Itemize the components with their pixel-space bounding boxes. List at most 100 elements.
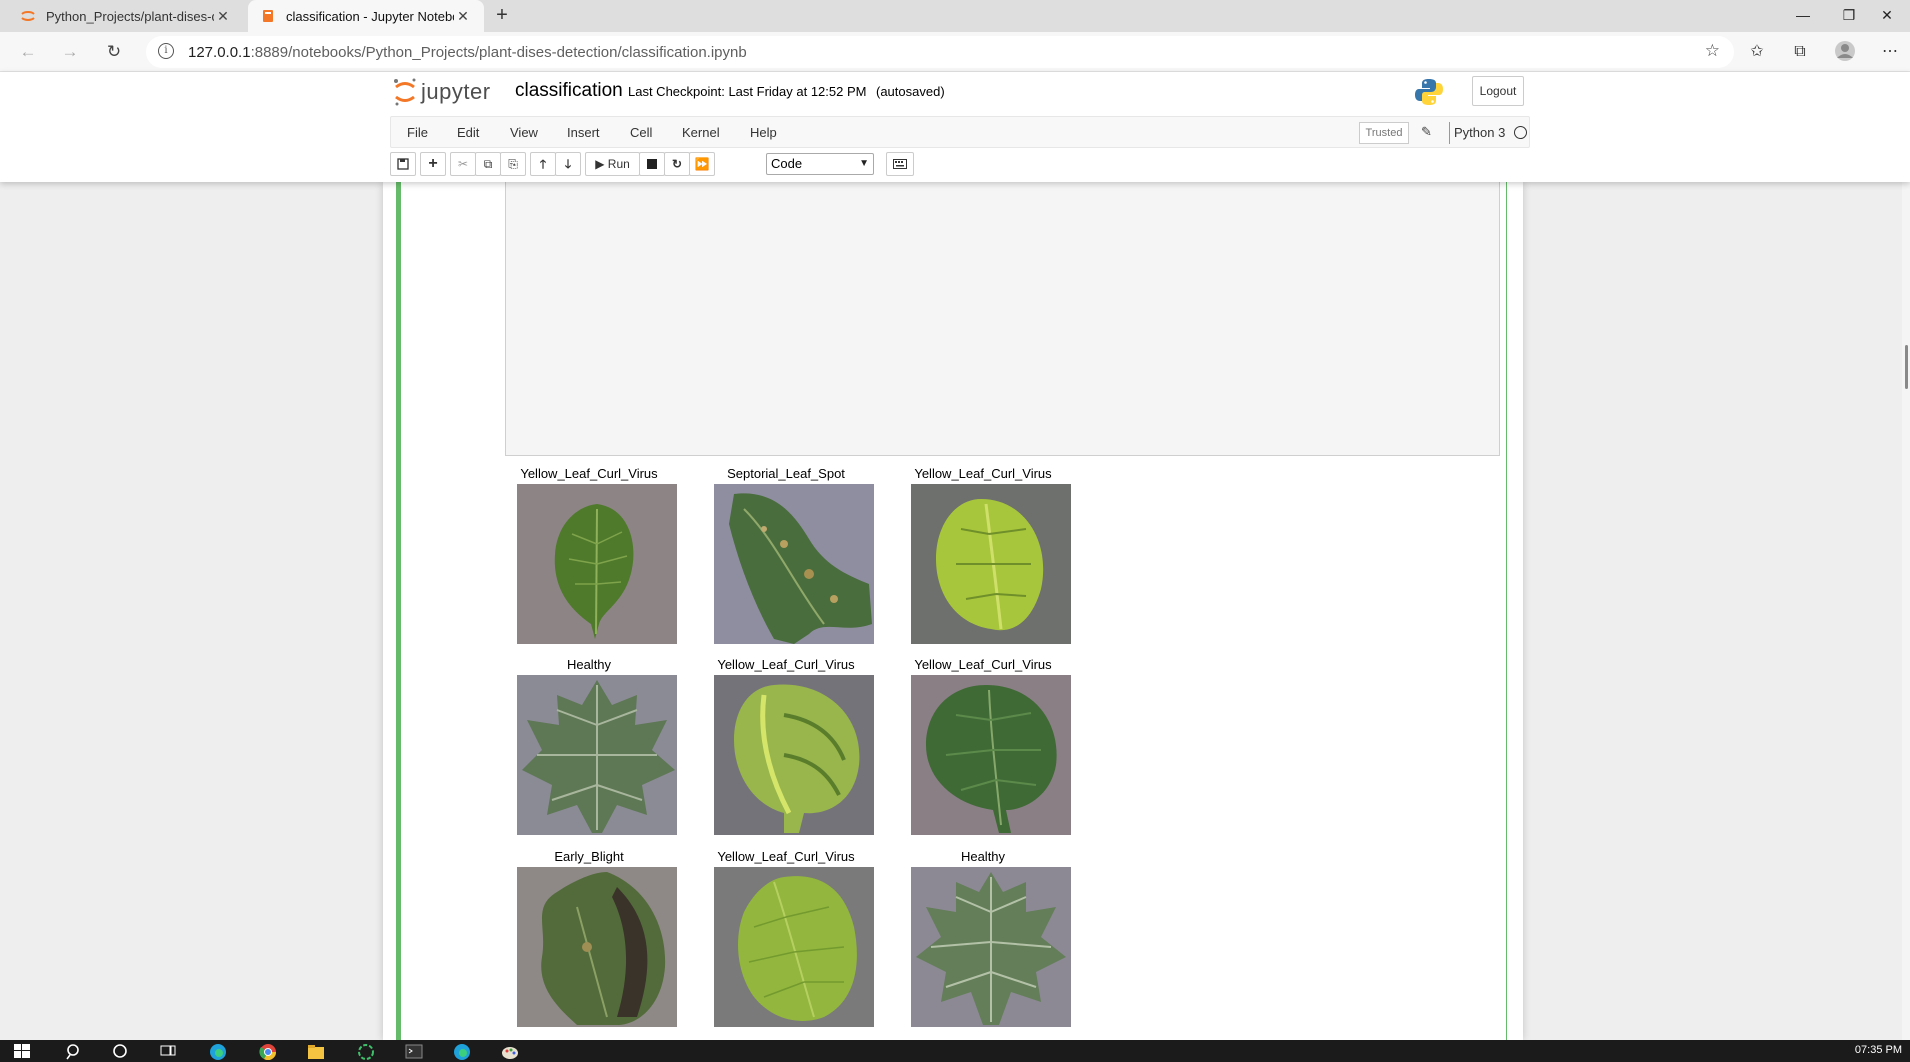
command-palette-button[interactable]: [886, 152, 914, 176]
info-icon[interactable]: i: [158, 43, 174, 59]
jupyter-header: jupyter classification Last Checkpoint: …: [0, 72, 1910, 182]
url-host: 127.0.0.1: [188, 44, 251, 61]
trusted-badge[interactable]: Trusted: [1359, 122, 1409, 144]
run-button[interactable]: ▶ Run: [585, 152, 640, 176]
address-bar-row: ← → ↻ i 127.0.0.1:8889/notebooks/Python_…: [0, 32, 1910, 72]
cell-type-select[interactable]: Code ▼: [766, 153, 874, 175]
play-icon: ▶: [595, 157, 605, 171]
new-tab-button[interactable]: +: [490, 4, 514, 28]
prediction-label: Healthy: [566, 657, 612, 672]
notebook-site: Yellow_Leaf_Curl_Virus Septorial_Leaf_Sp…: [0, 182, 1910, 1040]
terminal-icon[interactable]: [404, 1042, 424, 1060]
refresh-button[interactable]: ↻: [100, 38, 128, 66]
jupyter-wordmark: jupyter: [421, 79, 491, 104]
favorite-star-icon[interactable]: ☆: [1705, 41, 1720, 61]
file-explorer-icon[interactable]: [306, 1042, 326, 1060]
cell-selection-bar: [396, 182, 401, 1040]
menu-help[interactable]: Help: [750, 125, 777, 140]
close-icon[interactable]: ✕: [454, 8, 472, 25]
jupyter-logo[interactable]: jupyter: [392, 77, 491, 107]
move-up-button[interactable]: 🡑: [530, 152, 556, 176]
prediction-label: Yellow_Leaf_Curl_Virus: [717, 657, 855, 672]
browser-tab-notebook[interactable]: classification - Jupyter Notebook ✕: [248, 0, 484, 32]
window-close-button[interactable]: ✕: [1864, 0, 1910, 32]
blank-output-area: [505, 182, 1500, 456]
profile-avatar-icon[interactable]: [1833, 40, 1857, 64]
more-menu-icon[interactable]: ⋯: [1878, 40, 1902, 64]
scissors-icon: ✂: [457, 157, 469, 171]
kernel-idle-indicator-icon: [1514, 126, 1527, 139]
page-scrollbar[interactable]: [1902, 182, 1910, 1040]
edge-active-icon[interactable]: [452, 1042, 472, 1060]
jupyter-icon: [21, 11, 35, 21]
last-checkpoint: Last Checkpoint: Last Friday at 12:52 PM: [628, 84, 867, 99]
leaf-image: [714, 484, 874, 644]
url-field[interactable]: i 127.0.0.1:8889/notebooks/Python_Projec…: [146, 36, 1734, 68]
menu-insert[interactable]: Insert: [567, 125, 600, 140]
app-icon[interactable]: [356, 1042, 376, 1060]
paint-icon[interactable]: [500, 1042, 520, 1060]
run-label: Run: [607, 157, 630, 171]
arrow-down-icon: 🡓: [564, 157, 572, 171]
chrome-icon[interactable]: [258, 1042, 278, 1060]
prediction-tile: Yellow_Leaf_Curl_Virus: [696, 849, 876, 1039]
leaf-image: [911, 675, 1071, 835]
back-button[interactable]: ←: [14, 38, 42, 66]
autosave-status: (autosaved): [876, 84, 945, 99]
taskbar-clock[interactable]: 07:35 PM: [1855, 1044, 1902, 1056]
prediction-label: Yellow_Leaf_Curl_Virus: [717, 849, 855, 864]
search-icon[interactable]: [64, 1042, 84, 1060]
restart-run-all-button[interactable]: ⏩: [689, 152, 715, 176]
menu-kernel[interactable]: Kernel: [682, 125, 720, 140]
save-button[interactable]: [390, 152, 416, 176]
cut-button[interactable]: ✂: [450, 152, 476, 176]
prediction-tile: Yellow_Leaf_Curl_Virus: [893, 657, 1073, 847]
paste-button[interactable]: ⎘: [500, 152, 526, 176]
notebook-container: Yellow_Leaf_Curl_Virus Septorial_Leaf_Sp…: [383, 182, 1523, 1040]
menu-cell[interactable]: Cell: [630, 125, 652, 140]
edge-browser-icon[interactable]: [208, 1042, 228, 1060]
leaf-image: [517, 867, 677, 1027]
task-view-icon[interactable]: [158, 1042, 178, 1060]
forward-button[interactable]: →: [56, 38, 84, 66]
prediction-tile: Yellow_Leaf_Curl_Virus: [696, 657, 876, 847]
menu-edit[interactable]: Edit: [457, 125, 479, 140]
scrollbar-thumb[interactable]: [1905, 345, 1908, 389]
cortana-icon[interactable]: [110, 1042, 130, 1060]
menu-view[interactable]: View: [510, 125, 538, 140]
menu-file[interactable]: File: [407, 125, 428, 140]
close-icon[interactable]: ✕: [214, 8, 232, 25]
chevron-down-icon: ▼: [859, 158, 869, 169]
leaf-image: [714, 867, 874, 1027]
browser-tab-files[interactable]: Python_Projects/plant-dises-dete ✕: [8, 0, 244, 32]
cell-type-value: Code: [771, 156, 803, 171]
insert-cell-button[interactable]: +: [420, 152, 446, 176]
leaf-image: [517, 484, 677, 644]
move-down-button[interactable]: 🡓: [555, 152, 581, 176]
save-icon: [397, 158, 409, 170]
interrupt-button[interactable]: [639, 152, 665, 176]
collections-icon[interactable]: ⧉: [1788, 40, 1812, 64]
notebook-name[interactable]: classification: [515, 80, 623, 102]
minimize-button[interactable]: —: [1780, 0, 1826, 32]
restart-button[interactable]: ↻: [664, 152, 690, 176]
notebook-menubar: File Edit View Insert Cell Kernel Help T…: [390, 116, 1530, 148]
prediction-label: Septorial_Leaf_Spot: [727, 466, 845, 481]
notebook-toolbar: + ✂ ⧉ ⎘ 🡑 🡓 ▶ Run ↻ ⏩ Code ▼: [390, 152, 1530, 178]
logout-button[interactable]: Logout: [1472, 76, 1524, 106]
leaf-image: [714, 675, 874, 835]
kernel-name: Python 3: [1454, 125, 1506, 140]
keyboard-icon: [893, 159, 907, 169]
prediction-tile: Healthy: [893, 849, 1073, 1039]
pencil-icon[interactable]: ✎: [1421, 124, 1432, 140]
favorites-icon[interactable]: ✩: [1745, 40, 1769, 64]
prediction-label: Yellow_Leaf_Curl_Virus: [914, 466, 1052, 481]
copy-icon: ⧉: [483, 157, 493, 171]
tab-title: Python_Projects/plant-dises-dete: [46, 8, 214, 24]
restart-icon: ↻: [671, 157, 683, 171]
python-logo-icon: [1415, 79, 1443, 105]
prediction-label: Healthy: [960, 849, 1006, 864]
windows-start-icon[interactable]: [12, 1042, 32, 1060]
prediction-label: Yellow_Leaf_Curl_Virus: [914, 657, 1052, 672]
copy-button[interactable]: ⧉: [475, 152, 501, 176]
